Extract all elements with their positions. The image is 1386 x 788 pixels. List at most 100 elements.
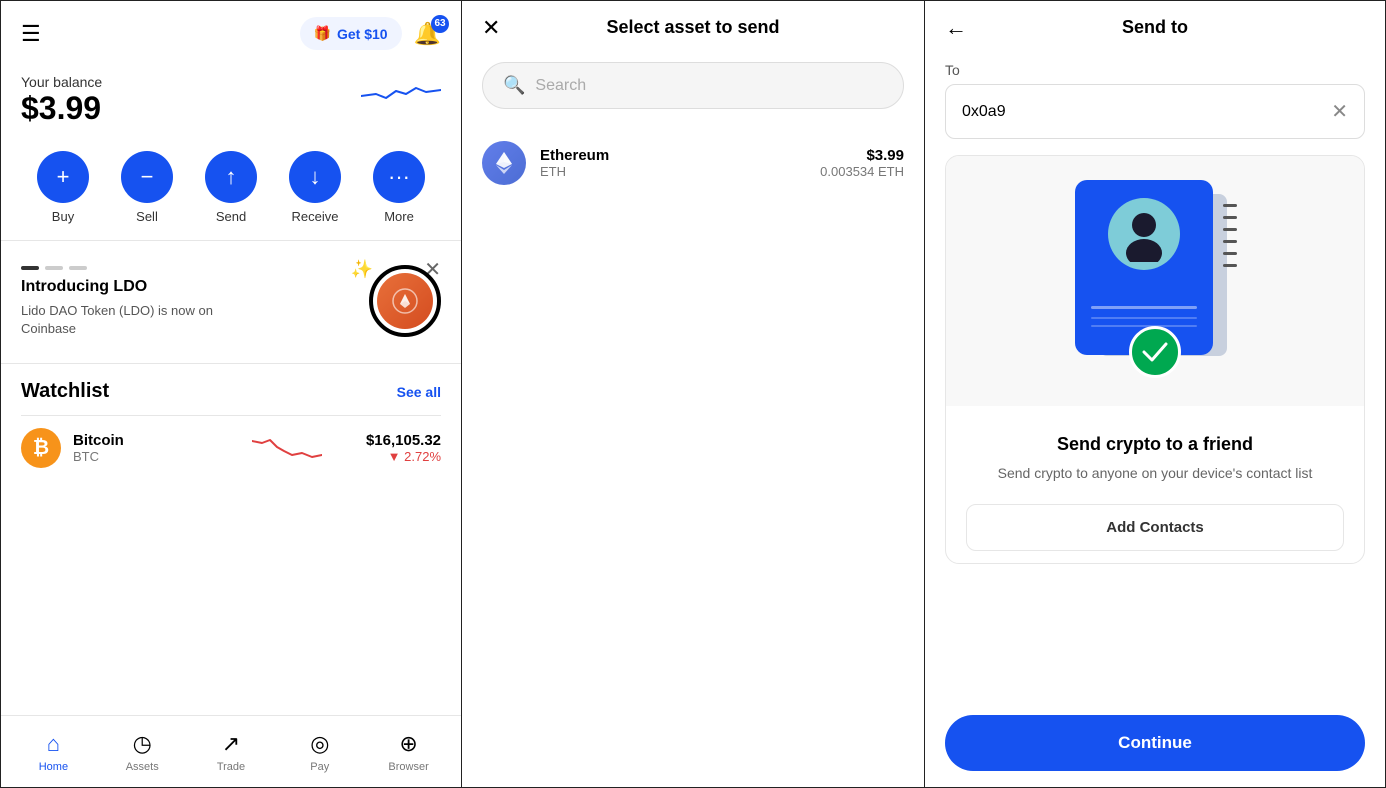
notification-badge: 63 xyxy=(431,15,449,33)
asset-symbol: ETH xyxy=(540,164,806,179)
search-input[interactable]: Search xyxy=(535,77,883,95)
sell-circle: − xyxy=(121,151,173,203)
panel-title: Select asset to send xyxy=(606,17,779,38)
assets-nav-label: Assets xyxy=(126,761,159,773)
balance-section: Your balance $3.99 xyxy=(1,66,461,143)
bottom-nav: ⌂ Home ◷ Assets ↗ Trade ◎ Pay ⊕ Browser xyxy=(1,715,461,787)
card-sub-text: Send crypto to anyone on your device's c… xyxy=(966,463,1344,484)
card-lines xyxy=(1091,306,1197,327)
search-icon: 🔍 xyxy=(503,75,525,96)
close-button[interactable]: ✕ xyxy=(482,15,500,41)
promo-content: Introducing LDO Lido DAO Token (LDO) is … xyxy=(21,266,241,338)
card-text: Send crypto to a friend Send crypto to a… xyxy=(946,406,1364,504)
home-panel: ☰ 🎁 Get $10 🔔 63 Your balance $3.99 + Bu… xyxy=(0,0,462,788)
asset-name: Ethereum xyxy=(540,147,806,164)
promo-image: ✨ xyxy=(351,257,441,347)
more-circle: ··· xyxy=(373,151,425,203)
dot-3 xyxy=(69,266,87,270)
ldo-outer-ring xyxy=(369,265,441,337)
send-action[interactable]: ↑ Send xyxy=(205,151,257,224)
send-circle: ↑ xyxy=(205,151,257,203)
address-value: 0x0a9 xyxy=(962,103,1006,121)
more-label: More xyxy=(384,209,414,224)
nav-pay[interactable]: ◎ Pay xyxy=(275,731,364,773)
notification-bell[interactable]: 🔔 63 xyxy=(414,21,441,47)
watchlist-price: $16,105.32 ▼ 2.72% xyxy=(366,432,441,464)
star-icon: ✨ xyxy=(351,259,373,280)
continue-button[interactable]: Continue xyxy=(945,715,1365,771)
select-asset-header: ✕ Select asset to send xyxy=(462,1,924,54)
to-section: To 0x0a9 ✕ xyxy=(925,54,1385,155)
nav-assets[interactable]: ◷ Assets xyxy=(98,731,187,773)
card-main-text: Send crypto to a friend xyxy=(966,434,1344,455)
send-label: Send xyxy=(216,209,246,224)
watchlist-section: Watchlist See all ₿ Bitcoin BTC $16,105.… xyxy=(1,364,461,488)
search-section: 🔍 Search xyxy=(462,54,924,125)
price-value: $16,105.32 xyxy=(366,432,441,449)
send-card-area: Send crypto to a friend Send crypto to a… xyxy=(925,155,1385,564)
book-spirals xyxy=(1223,204,1237,267)
send-to-header: ← Send to xyxy=(925,1,1385,54)
list-item[interactable]: ₿ Bitcoin BTC $16,105.32 ▼ 2.72% xyxy=(21,415,441,480)
receive-circle: ↓ xyxy=(289,151,341,203)
get-money-button[interactable]: 🎁 Get $10 xyxy=(300,17,402,50)
to-address-input[interactable]: 0x0a9 ✕ xyxy=(945,84,1365,139)
balance-sparkline xyxy=(361,76,441,116)
asset-crypto-value: 0.003534 ETH xyxy=(820,164,904,179)
btc-sparkline xyxy=(219,433,353,463)
promo-description: Lido DAO Token (LDO) is now on Coinbase xyxy=(21,302,241,338)
more-action[interactable]: ··· More xyxy=(373,151,425,224)
back-button[interactable]: ← xyxy=(945,15,967,41)
trade-nav-label: Trade xyxy=(217,761,245,773)
asset-values: $3.99 0.003534 ETH xyxy=(820,147,904,179)
see-all-link[interactable]: See all xyxy=(397,384,441,400)
assets-nav-icon: ◷ xyxy=(133,731,152,757)
action-buttons: + Buy − Sell ↑ Send ↓ Receive ··· More xyxy=(1,143,461,240)
to-label: To xyxy=(945,62,1365,78)
sell-action[interactable]: − Sell xyxy=(121,151,173,224)
asset-symbol: BTC xyxy=(73,449,207,464)
send-crypto-card: Send crypto to a friend Send crypto to a… xyxy=(945,155,1365,564)
receive-label: Receive xyxy=(292,209,339,224)
buy-label: Buy xyxy=(52,209,74,224)
check-circle xyxy=(1129,326,1181,378)
clear-address-button[interactable]: ✕ xyxy=(1331,99,1348,124)
header-right: 🎁 Get $10 🔔 63 xyxy=(300,17,441,50)
nav-home[interactable]: ⌂ Home xyxy=(9,731,98,773)
browser-nav-icon: ⊕ xyxy=(399,731,417,757)
home-nav-label: Home xyxy=(39,761,68,773)
menu-icon[interactable]: ☰ xyxy=(21,21,41,47)
continue-section: Continue xyxy=(925,699,1385,787)
asset-name: Bitcoin xyxy=(73,432,207,449)
card-illustration xyxy=(946,156,1364,406)
home-nav-icon: ⌂ xyxy=(47,731,60,757)
get-money-label: Get $10 xyxy=(337,26,388,42)
watchlist-title: Watchlist xyxy=(21,380,109,403)
nav-browser[interactable]: ⊕ Browser xyxy=(364,731,453,773)
home-header: ☰ 🎁 Get $10 🔔 63 xyxy=(1,1,461,66)
buy-circle: + xyxy=(37,151,89,203)
contact-book-image xyxy=(1075,180,1235,360)
sell-label: Sell xyxy=(136,209,158,224)
panel-title: Send to xyxy=(1122,17,1188,38)
dot-2 xyxy=(45,266,63,270)
add-contacts-button[interactable]: Add Contacts xyxy=(966,504,1344,551)
promo-dots xyxy=(21,266,241,270)
list-item[interactable]: Ethereum ETH $3.99 0.003534 ETH xyxy=(462,125,924,201)
promo-banner: Introducing LDO Lido DAO Token (LDO) is … xyxy=(1,241,461,363)
select-asset-panel: ✕ Select asset to send 🔍 Search Ethereum… xyxy=(462,0,924,788)
search-box[interactable]: 🔍 Search xyxy=(482,62,904,109)
watchlist-header: Watchlist See all xyxy=(21,380,441,403)
watchlist-info: Bitcoin BTC xyxy=(73,432,207,464)
dot-1 xyxy=(21,266,39,270)
send-to-panel: ← Send to To 0x0a9 ✕ xyxy=(924,0,1386,788)
buy-action[interactable]: + Buy xyxy=(37,151,89,224)
asset-usd-value: $3.99 xyxy=(820,147,904,164)
nav-trade[interactable]: ↗ Trade xyxy=(187,731,276,773)
price-change: ▼ 2.72% xyxy=(366,449,441,464)
promo-title: Introducing LDO xyxy=(21,278,241,296)
bitcoin-icon: ₿ xyxy=(21,428,61,468)
pay-nav-icon: ◎ xyxy=(310,731,329,757)
receive-action[interactable]: ↓ Receive xyxy=(289,151,341,224)
avatar-circle xyxy=(1108,198,1180,270)
